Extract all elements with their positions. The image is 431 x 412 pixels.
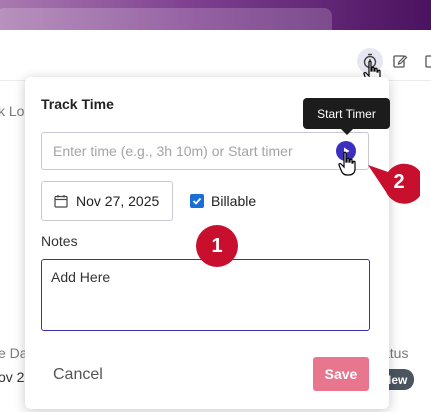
date-value: Nov 27, 2025 xyxy=(76,193,160,209)
bg-column-label-2: e Da xyxy=(0,345,28,361)
top-navigation-bar xyxy=(0,0,431,42)
notes-textarea[interactable] xyxy=(41,259,370,331)
date-picker[interactable]: Nov 27, 2025 xyxy=(41,181,173,221)
save-button[interactable]: Save xyxy=(313,357,369,391)
time-entry-input[interactable] xyxy=(41,132,369,170)
billable-checkbox[interactable] xyxy=(190,194,204,208)
check-icon xyxy=(192,197,202,205)
billable-label: Billable xyxy=(211,193,257,209)
cancel-button[interactable]: Cancel xyxy=(43,361,113,389)
callout-badge-2: 2 xyxy=(393,170,405,193)
clipboard-button[interactable] xyxy=(418,48,431,74)
notes-label: Notes xyxy=(41,233,78,249)
callout-badge-1: 1 xyxy=(196,225,238,267)
hand-cursor-icon xyxy=(338,151,356,176)
bg-column-label-1: k Lo xyxy=(0,103,25,119)
clipboard-icon xyxy=(425,55,431,68)
start-timer-tooltip: Start Timer xyxy=(303,98,390,135)
popover-title: Track Time xyxy=(41,96,114,112)
edit-icon xyxy=(393,55,408,68)
edit-button[interactable] xyxy=(387,48,413,74)
calendar-icon xyxy=(54,195,68,208)
